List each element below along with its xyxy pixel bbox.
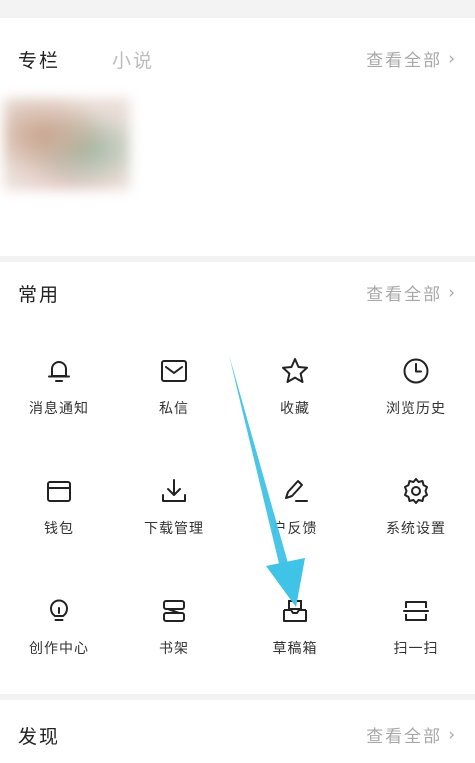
grid-item-notifications[interactable]: 消息通知 bbox=[0, 342, 118, 460]
common-card: 常用 查看全部 › 消息通知 私信 收藏 浏览历史 钱包 下载管理 户反馈 系统… bbox=[0, 262, 475, 694]
grid-item-favorites[interactable]: 收藏 bbox=[236, 342, 354, 460]
grid-item-label: 收藏 bbox=[280, 401, 310, 417]
column-thumbnail[interactable] bbox=[4, 98, 130, 190]
grid-item-wallet[interactable]: 钱包 bbox=[0, 462, 118, 580]
pen-feedback-icon bbox=[285, 480, 308, 502]
grid-item-drafts[interactable]: 草稿箱 bbox=[236, 582, 354, 700]
grid-item-label: 下载管理 bbox=[144, 521, 204, 537]
columns-title: 专栏 bbox=[18, 50, 61, 72]
bulb-icon bbox=[50, 599, 68, 621]
grid-item-label: 消息通知 bbox=[29, 401, 89, 417]
star-icon bbox=[282, 358, 308, 383]
download-icon bbox=[162, 479, 186, 502]
grid-item-label: 创作中心 bbox=[29, 641, 89, 657]
grid-item-creator-center[interactable]: 创作中心 bbox=[0, 582, 118, 700]
grid-item-label: 系统设置 bbox=[386, 521, 446, 537]
clock-icon bbox=[403, 358, 429, 384]
common-see-all-link[interactable]: 查看全部 › bbox=[366, 280, 457, 306]
grid-item-label: 草稿箱 bbox=[272, 641, 318, 657]
wallet-icon bbox=[47, 481, 71, 502]
grid-item-bookshelf[interactable]: 书架 bbox=[115, 582, 233, 700]
see-all-label: 查看全部 bbox=[366, 51, 443, 71]
discover-see-all-link[interactable]: 查看全部 › bbox=[366, 722, 457, 748]
scan-icon bbox=[403, 601, 429, 621]
bell-icon bbox=[48, 361, 70, 382]
common-header: 常用 查看全部 › bbox=[0, 280, 475, 320]
grid-item-history[interactable]: 浏览历史 bbox=[357, 342, 475, 460]
chevron-right-icon: › bbox=[448, 282, 457, 303]
chevron-right-icon: › bbox=[448, 724, 457, 745]
novel-tab[interactable]: 小说 bbox=[112, 46, 154, 73]
columns-see-all-link[interactable]: 查看全部 › bbox=[366, 46, 457, 72]
discover-title: 发现 bbox=[18, 726, 61, 748]
discover-card: 发现 查看全部 › bbox=[0, 700, 475, 763]
gear-icon bbox=[404, 478, 428, 504]
bookshelf-icon bbox=[163, 600, 185, 622]
grid-item-label: 钱包 bbox=[44, 521, 74, 537]
see-all-label: 查看全部 bbox=[366, 285, 443, 305]
grid-item-label: 扫一扫 bbox=[393, 641, 439, 657]
grid-item-label: 户反馈 bbox=[272, 521, 318, 537]
grid-item-label: 浏览历史 bbox=[386, 401, 446, 417]
grid-item-messages[interactable]: 私信 bbox=[115, 342, 233, 460]
columns-header: 专栏 小说 查看全部 › bbox=[0, 46, 475, 86]
columns-card: 专栏 小说 查看全部 › bbox=[0, 18, 475, 256]
grid-item-label: 书架 bbox=[159, 641, 189, 657]
common-title: 常用 bbox=[18, 284, 61, 306]
grid-item-scan[interactable]: 扫一扫 bbox=[357, 582, 475, 700]
grid-item-label: 私信 bbox=[159, 401, 189, 417]
grid-item-feedback[interactable]: 户反馈 bbox=[236, 462, 354, 580]
discover-header: 发现 查看全部 › bbox=[0, 722, 475, 762]
chevron-right-icon: › bbox=[448, 48, 457, 69]
grid-item-settings[interactable]: 系统设置 bbox=[357, 462, 475, 580]
see-all-label: 查看全部 bbox=[366, 727, 443, 747]
common-grid: 消息通知 私信 收藏 浏览历史 钱包 下载管理 户反馈 系统设置 创作中心 书架… bbox=[0, 342, 475, 694]
grid-item-downloads[interactable]: 下载管理 bbox=[115, 462, 233, 580]
draft-box-icon bbox=[283, 600, 307, 622]
mail-icon bbox=[161, 360, 187, 382]
